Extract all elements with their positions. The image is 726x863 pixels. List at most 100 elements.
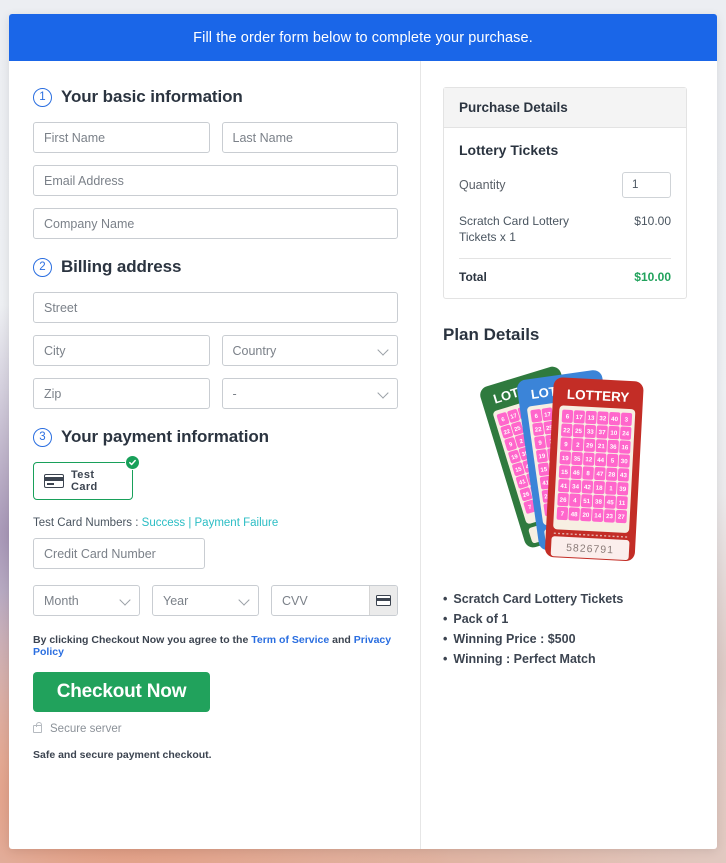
checkout-card: Fill the order form below to complete yo… [9, 14, 717, 849]
step-number-badge-3: 3 [33, 428, 52, 447]
svg-text:42: 42 [583, 484, 591, 491]
chevron-down-icon [119, 594, 130, 605]
plan-details-title: Plan Details [443, 325, 687, 345]
ticket-serial-number: 5826791 [565, 542, 613, 556]
test-card-numbers-line: Test Card Numbers : Success | Payment Fa… [33, 517, 398, 529]
svg-text:21: 21 [597, 443, 605, 450]
svg-text:12: 12 [585, 456, 593, 463]
svg-text:27: 27 [617, 513, 625, 520]
step-title-payment-information: Your payment information [61, 427, 269, 447]
page-banner: Fill the order form below to complete yo… [9, 14, 717, 61]
svg-text:25: 25 [574, 428, 582, 435]
svg-text:11: 11 [618, 500, 625, 507]
terms-of-service-link[interactable]: Term of Service [251, 634, 329, 646]
step-title-basic-information: Your basic information [61, 87, 243, 107]
svg-text:40: 40 [610, 416, 618, 423]
svg-text:18: 18 [595, 484, 603, 491]
selected-check-icon [125, 455, 140, 470]
svg-text:47: 47 [596, 471, 604, 478]
svg-text:13: 13 [587, 414, 595, 421]
svg-text:44: 44 [596, 457, 604, 464]
chevron-down-icon [377, 387, 388, 398]
company-name-input[interactable]: Company Name [33, 208, 398, 239]
product-title: Lottery Tickets [459, 142, 671, 158]
purchase-details-body: Lottery Tickets Quantity 1 Scratch Card … [444, 128, 686, 298]
svg-text:38: 38 [594, 498, 602, 505]
safe-checkout-note: Safe and secure payment checkout. [33, 749, 398, 761]
test-card-option[interactable]: Test Card [33, 462, 133, 500]
purchase-details-panel: Purchase Details Lottery Tickets Quantit… [443, 87, 687, 299]
line-item-row: Scratch Card Lottery Tickets x 1 $10.00 [459, 213, 671, 245]
purchase-summary-column: Purchase Details Lottery Tickets Quantit… [421, 61, 717, 849]
zip-input[interactable]: Zip [33, 378, 210, 409]
success-test-card-link[interactable]: Success [142, 517, 185, 529]
last-name-input[interactable]: Last Name [222, 122, 399, 153]
step-header-payment-information: 3 Your payment information [33, 427, 398, 447]
chevron-down-icon [238, 594, 249, 605]
cvv-card-icon [369, 586, 397, 615]
quantity-row: Quantity 1 [459, 172, 671, 198]
city-country-row: City Country [33, 335, 398, 366]
svg-text:26: 26 [559, 496, 567, 503]
first-name-input[interactable]: First Name [33, 122, 210, 153]
lottery-tickets-illustration: LOTTERY 61713324032225333710249229213616… [443, 357, 687, 575]
total-amount: $10.00 [634, 270, 671, 284]
svg-text:46: 46 [572, 469, 580, 476]
expiry-month-value: Month [44, 594, 79, 608]
step-title-billing-address: Billing address [61, 257, 181, 277]
city-input[interactable]: City [33, 335, 210, 366]
page-root: Fill the order form below to complete yo… [0, 0, 726, 863]
test-card-label: Test Card [71, 469, 122, 493]
link-separator: | [185, 517, 194, 529]
email-input[interactable]: Email Address [33, 165, 398, 196]
expiry-year-value: Year [163, 594, 188, 608]
checkout-now-button[interactable]: Checkout Now [33, 672, 210, 712]
plan-feature-item: Winning : Perfect Match [443, 649, 687, 669]
state-select[interactable]: - [222, 378, 399, 409]
svg-text:30: 30 [620, 458, 628, 465]
svg-text:16: 16 [621, 444, 629, 451]
credit-card-number-input[interactable]: Credit Card Number [33, 538, 205, 569]
total-row: Total $10.00 [459, 270, 671, 284]
chevron-down-icon [377, 344, 388, 355]
payment-failure-test-card-link[interactable]: Payment Failure [195, 517, 279, 529]
cvv-input[interactable]: CVV [271, 585, 398, 616]
svg-text:35: 35 [573, 455, 581, 462]
terms-prefix: By clicking Checkout Now you agree to th… [33, 634, 251, 646]
svg-text:15: 15 [560, 469, 568, 476]
purchase-details-header: Purchase Details [444, 88, 686, 128]
street-input[interactable]: Street [33, 292, 398, 323]
svg-text:39: 39 [619, 486, 627, 493]
checkout-body: 1 Your basic information First Name Last… [9, 61, 717, 849]
svg-text:24: 24 [621, 430, 629, 437]
plan-feature-item: Scratch Card Lottery Tickets [443, 589, 687, 609]
terms-middle: and [329, 634, 354, 646]
zip-state-row: Zip - [33, 378, 398, 409]
quantity-input[interactable]: 1 [622, 172, 671, 198]
test-card-numbers-label: Test Card Numbers : [33, 517, 142, 529]
expiry-year-select[interactable]: Year [152, 585, 259, 616]
svg-text:37: 37 [598, 429, 606, 436]
svg-text:51: 51 [583, 498, 591, 505]
step-header-basic-information: 1 Your basic information [33, 87, 398, 107]
step-number-badge-2: 2 [33, 258, 52, 277]
svg-text:17: 17 [575, 414, 583, 421]
svg-text:32: 32 [599, 415, 607, 422]
country-select[interactable]: Country [222, 335, 399, 366]
order-form-column: 1 Your basic information First Name Last… [9, 61, 420, 849]
svg-text:43: 43 [619, 472, 627, 479]
lock-icon [33, 725, 42, 733]
plan-feature-list: Scratch Card Lottery Tickets Pack of 1 W… [443, 589, 687, 669]
plan-feature-item: Pack of 1 [443, 609, 687, 629]
secure-server-label: Secure server [50, 723, 122, 735]
step-number-badge-1: 1 [33, 88, 52, 107]
expiry-month-select[interactable]: Month [33, 585, 140, 616]
svg-text:14: 14 [594, 512, 602, 519]
svg-text:19: 19 [561, 455, 569, 462]
svg-text:29: 29 [585, 442, 593, 449]
name-row: First Name Last Name [33, 122, 398, 153]
lottery-ticket-red: LOTTERY 61713324032225333710249229213616… [544, 377, 643, 561]
state-select-value: - [233, 387, 237, 401]
svg-text:28: 28 [608, 471, 616, 478]
svg-text:33: 33 [586, 428, 594, 435]
